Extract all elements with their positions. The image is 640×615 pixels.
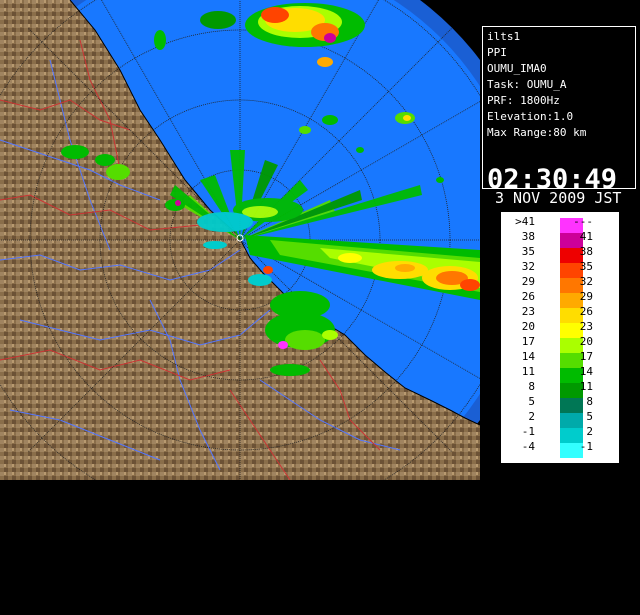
legend-left-label: -4	[521, 440, 535, 453]
legend-right-label: ---	[573, 215, 593, 228]
legend-right-label: 23	[579, 320, 593, 333]
max-range-value: Max Range:80 km	[487, 126, 587, 139]
legend-left-label: 8	[528, 380, 535, 393]
legend-right-label: 26	[579, 305, 593, 318]
radar-map[interactable]	[0, 0, 480, 480]
radar-ppi-display	[0, 0, 480, 480]
radar-info-box: ilts1 PPI OUMU_IMA0 Task: OUMU_A PRF: 18…	[482, 26, 636, 206]
legend-right-label: 8	[586, 395, 593, 408]
legend-left-label: 2	[528, 410, 535, 423]
legend-left-label: 35	[521, 245, 535, 258]
legend-right-label: -1	[579, 440, 593, 453]
legend-right-label: 14	[579, 365, 593, 378]
product-id: OUMU_IMA0	[487, 62, 547, 75]
legend-left-label: 26	[521, 290, 535, 303]
legend-left-label: 23	[521, 305, 535, 318]
legend-right-label: 38	[579, 245, 593, 258]
legend-left-label: 29	[521, 275, 535, 288]
elevation-value: Elevation:1.0	[487, 110, 574, 123]
legend-right-label: 20	[579, 335, 593, 348]
legend-left-label: 20	[521, 320, 535, 333]
site-name: ilts1	[487, 30, 521, 43]
reflectivity-legend: >41 38 35 32 29 26 23 20 17 14 11 8 5 2 -1 -4 --- 41 38 35…	[500, 211, 637, 615]
legend-left-label: 38	[521, 230, 535, 243]
scan-mode: PPI	[487, 46, 507, 59]
legend-left-label: -1	[521, 425, 535, 438]
legend-right-label: 32	[579, 275, 593, 288]
legend-right-label: 29	[579, 290, 593, 303]
legend-title: Reflectivity in dBZ	[626, 523, 637, 615]
legend-left-label: >41	[515, 215, 535, 228]
legend-left-label: 32	[521, 260, 535, 273]
legend-right-label: 5	[586, 410, 593, 423]
legend-right-label: 35	[579, 260, 593, 273]
legend-left-label: 17	[521, 335, 535, 348]
prf-value: PRF: 1800Hz	[487, 94, 560, 107]
task-name: Task: OUMU_A	[487, 78, 567, 91]
scan-date: 3 NOV 2009 JST	[495, 189, 622, 207]
legend-left-label: 5	[528, 395, 535, 408]
legend-right-label: 17	[579, 350, 593, 363]
info-panel: ilts1 PPI OUMU_IMA0 Task: OUMU_A PRF: 18…	[480, 0, 640, 615]
legend-left-label: 11	[521, 365, 535, 378]
legend-right-label: 2	[586, 425, 593, 438]
legend-right-label: 11	[579, 380, 593, 393]
legend-left-label: 14	[521, 350, 535, 363]
legend-right-label: 41	[579, 230, 593, 243]
